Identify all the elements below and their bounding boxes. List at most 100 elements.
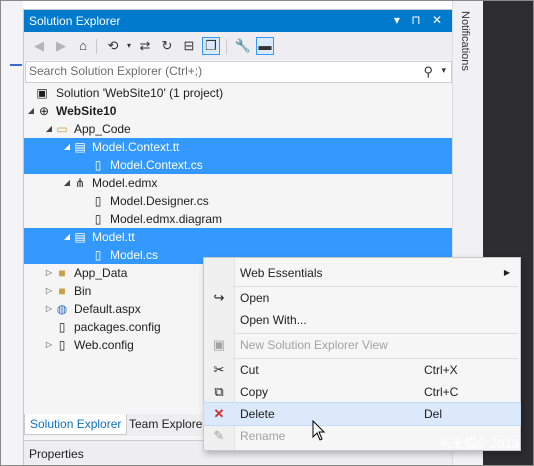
tree-item-label: Web.config — [74, 338, 134, 352]
cs-file-icon: ▯ — [94, 212, 102, 226]
tree-item-label: App_Code — [74, 122, 131, 136]
collapsed-arrow-icon[interactable]: ▷ — [44, 336, 54, 354]
menu-item-shortcut: Ctrl+X — [424, 363, 458, 377]
toolbar-separator — [96, 39, 97, 54]
menu-item-open-with[interactable]: Open With... — [204, 309, 520, 331]
expanded-arrow-icon[interactable]: ◢ — [62, 174, 72, 192]
tree-item-label: App_Data — [74, 266, 128, 280]
tree-item-label: Model.Context.cs — [110, 158, 203, 172]
config-icon: ▯ — [58, 320, 66, 334]
editor-left-strip — [1, 1, 23, 465]
copy-icon: ⧉ — [214, 384, 224, 399]
tree-item-label: WebSite10 — [56, 104, 117, 118]
collapse-all-icon[interactable]: ⊟ — [180, 37, 198, 55]
tree-item-label: Model.edmx — [92, 176, 158, 190]
expanded-arrow-icon[interactable]: ◢ — [62, 138, 72, 156]
tree-item-file[interactable]: ◢ ▤ Model.tt — [24, 228, 452, 246]
menu-item-label: Copy — [240, 385, 269, 399]
expanded-arrow-icon[interactable]: ◢ — [44, 120, 54, 138]
search-input[interactable] — [29, 64, 409, 78]
toolbar-separator — [226, 39, 227, 54]
menu-item-delete[interactable]: ✕ Delete Del — [203, 402, 521, 426]
panel-titlebar: Solution Explorer ▾ ⊓ ✕ — [24, 10, 452, 32]
folder-open-icon: ▭ — [56, 122, 68, 136]
panel-title-buttons[interactable]: ▾ ⊓ ✕ — [394, 13, 446, 27]
tree-item-label: Model.cs — [110, 248, 159, 262]
config-icon: ▯ — [58, 338, 66, 352]
expanded-arrow-icon[interactable]: ◢ — [62, 228, 72, 246]
menu-item-shortcut: Ctrl+C — [424, 385, 459, 399]
tree-item-file[interactable]: ▯ Model.Designer.cs — [24, 192, 452, 210]
delete-icon: ✕ — [213, 406, 225, 421]
menu-item-cut[interactable]: ✂ Cut Ctrl+X — [204, 359, 520, 381]
tree-item-project[interactable]: ◢ ⊕ WebSite10 — [24, 102, 452, 120]
globe-icon: ⊕ — [38, 104, 50, 118]
close-icon[interactable]: ✕ — [432, 13, 446, 27]
preview-icon[interactable]: ▬ — [256, 37, 274, 55]
menu-item-label: Web Essentials — [240, 266, 323, 280]
collapsed-arrow-icon[interactable]: ▷ — [44, 282, 54, 300]
aspx-icon: ◍ — [56, 302, 68, 316]
menu-item-label: Open With... — [240, 313, 307, 327]
context-menu: Web Essentials ▶ ↪ Open Open With... ▣ N… — [203, 257, 521, 451]
folder-icon: ■ — [58, 266, 66, 280]
edmx-icon: ⋔ — [74, 176, 86, 190]
tree-item-label: Model.Designer.cs — [110, 194, 209, 208]
tt-file-icon: ▤ — [74, 140, 86, 154]
forward-icon[interactable]: ▶ — [52, 37, 70, 55]
menu-item-label: Cut — [240, 363, 259, 377]
tree-item-file[interactable]: ▯ Model.Context.cs — [24, 156, 452, 174]
folder-icon: ■ — [58, 284, 66, 298]
editor-marker — [10, 64, 22, 66]
menu-item-shortcut: Del — [424, 407, 443, 421]
cut-icon: ✂ — [213, 362, 225, 377]
tt-file-icon: ▤ — [74, 230, 86, 244]
show-all-files-icon[interactable]: ❐ — [202, 37, 220, 55]
tree-item-label: Model.Context.tt — [92, 140, 180, 154]
rename-icon: ✎ — [213, 428, 225, 443]
collapsed-arrow-icon[interactable]: ▷ — [44, 264, 54, 282]
tree-item-label: Model.edmx.diagram — [110, 212, 223, 226]
expanded-arrow-icon[interactable]: ◢ — [26, 102, 36, 120]
tree-item-file[interactable]: ▯ Model.edmx.diagram — [24, 210, 452, 228]
refresh-icon[interactable]: ↻ — [158, 37, 176, 55]
panel-toolbar: ◀ ▶ ⌂ ⟲ ▾ ⇄ ↻ ⊟ ❐ 🔧 ▬ — [24, 32, 452, 60]
watermark: 米米貓© 2013 — [437, 436, 519, 451]
tree-item-folder[interactable]: ◢ ▭ App_Code — [24, 120, 452, 138]
cs-file-icon: ▯ — [94, 194, 102, 208]
tab-solution-explorer[interactable]: Solution Explorer — [24, 414, 128, 435]
notifications-label: Notifications — [459, 11, 471, 71]
tree-item-label: Default.aspx — [74, 302, 141, 316]
search-icon[interactable]: ⚲ — [423, 64, 433, 80]
tree-item-solution[interactable]: ▣ Solution 'WebSite10' (1 project) — [24, 84, 452, 102]
search-box: ⚲ ▾ — [25, 61, 452, 83]
pin-icon[interactable]: ⊓ — [411, 13, 424, 27]
submenu-arrow-icon: ▶ — [503, 268, 510, 277]
new-view-icon: ▣ — [212, 337, 226, 352]
menu-item-open[interactable]: ↪ Open — [204, 287, 520, 309]
menu-item-web-essentials[interactable]: Web Essentials ▶ — [204, 262, 520, 284]
tab-team-explorer[interactable]: Team Explorer — [124, 414, 211, 434]
tree-item-label: Model.tt — [92, 230, 135, 244]
sync-icon[interactable]: ⇄ — [136, 37, 154, 55]
tree-item-file[interactable]: ◢ ▤ Model.Context.tt — [24, 138, 452, 156]
home-icon[interactable]: ⌂ — [74, 37, 92, 55]
window-frame: Solution Explorer ▾ ⊓ ✕ ◀ ▶ ⌂ ⟲ ▾ ⇄ ↻ ⊟ … — [0, 0, 534, 466]
cs-file-icon: ▯ — [94, 158, 102, 172]
open-icon: ↪ — [213, 290, 225, 305]
menu-item-copy[interactable]: ⧉ Copy Ctrl+C — [204, 381, 520, 403]
tree-item-label: Bin — [74, 284, 92, 298]
dropdown-icon[interactable]: ▾ — [394, 13, 404, 27]
back-icon[interactable]: ◀ — [30, 37, 48, 55]
tree-item-label: Solution 'WebSite10' (1 project) — [56, 86, 224, 100]
menu-item-new-solution-explorer-view: ▣ New Solution Explorer View — [204, 334, 520, 356]
search-options-icon[interactable]: ▾ — [441, 65, 446, 76]
menu-item-label: Open — [240, 291, 270, 305]
properties-wrench-icon[interactable]: 🔧 — [234, 37, 252, 55]
tree-item-file[interactable]: ◢ ⋔ Model.edmx — [24, 174, 452, 192]
collapsed-arrow-icon[interactable]: ▷ — [44, 300, 54, 318]
menu-item-label: Rename — [240, 429, 286, 443]
panel-title: Solution Explorer — [29, 14, 121, 28]
menu-item-label: Delete — [240, 407, 275, 421]
solution-icon: ▣ — [36, 86, 48, 100]
